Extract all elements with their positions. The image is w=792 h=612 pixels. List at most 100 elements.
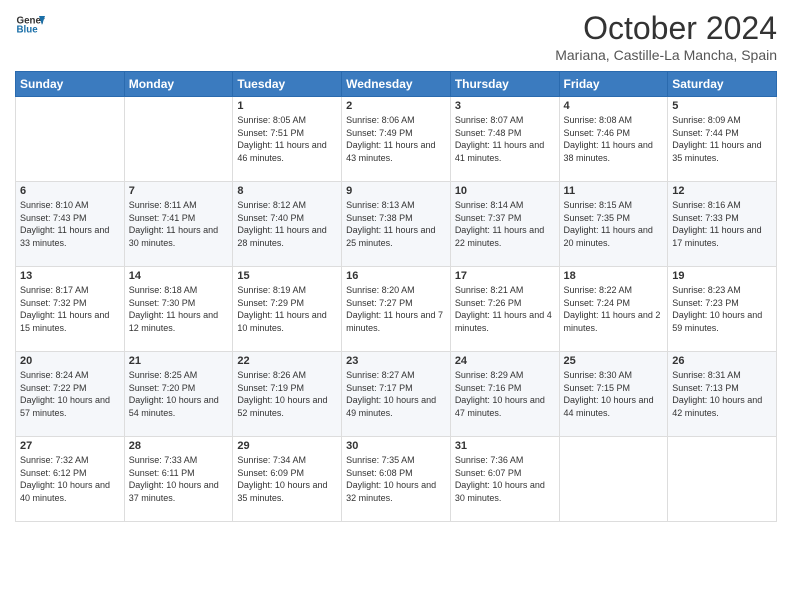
calendar-week-row: 27 Sunrise: 7:32 AM Sunset: 6:12 PM Dayli… bbox=[16, 437, 777, 522]
calendar-day-cell: 22Sunrise: 8:26 AM Sunset: 7:19 PM Dayli… bbox=[233, 352, 342, 437]
day-number: 3 bbox=[455, 100, 555, 112]
day-info: Sunrise: 8:07 AM Sunset: 7:48 PM Dayligh… bbox=[455, 114, 555, 164]
calendar-day-cell: 30Sunrise: 7:35 AM Sunset: 6:08 PM Dayli… bbox=[342, 437, 451, 522]
title-block: October 2024 Mariana, Castille-La Mancha… bbox=[555, 10, 777, 63]
day-info: Sunrise: 8:24 AM Sunset: 7:22 PM Dayligh… bbox=[20, 369, 120, 419]
calendar-day-cell: 20Sunrise: 8:24 AM Sunset: 7:22 PM Dayli… bbox=[16, 352, 125, 437]
calendar-day-cell: 26 Sunrise: 8:31 AM Sunset: 7:13 PM Dayli… bbox=[668, 352, 777, 437]
day-info: Sunrise: 8:27 AM Sunset: 7:17 PM Dayligh… bbox=[346, 369, 446, 419]
calendar-day-cell: 8 Sunrise: 8:12 AM Sunset: 7:40 PM Daylig… bbox=[233, 182, 342, 267]
day-info: Sunrise: 8:14 AM Sunset: 7:37 PM Dayligh… bbox=[455, 199, 555, 249]
day-number: 12 bbox=[672, 185, 772, 197]
day-info: Sunrise: 8:26 AM Sunset: 7:19 PM Dayligh… bbox=[237, 369, 337, 419]
day-info: Sunrise: 8:13 AM Sunset: 7:38 PM Dayligh… bbox=[346, 199, 446, 249]
calendar-day-cell: 31Sunrise: 7:36 AM Sunset: 6:07 PM Dayli… bbox=[450, 437, 559, 522]
day-number: 17 bbox=[455, 270, 555, 282]
calendar-day-header: Sunday bbox=[16, 72, 125, 97]
calendar-day-cell: 1Sunrise: 8:05 AM Sunset: 7:51 PM Daylig… bbox=[233, 97, 342, 182]
day-info: Sunrise: 8:19 AM Sunset: 7:29 PM Dayligh… bbox=[237, 284, 337, 334]
calendar-day-cell: 7Sunrise: 8:11 AM Sunset: 7:41 PM Daylig… bbox=[124, 182, 233, 267]
subtitle: Mariana, Castille-La Mancha, Spain bbox=[555, 47, 777, 63]
calendar-day-cell bbox=[559, 437, 668, 522]
day-number: 23 bbox=[346, 355, 446, 367]
calendar-day-cell: 24 Sunrise: 8:29 AM Sunset: 7:16 PM Dayli… bbox=[450, 352, 559, 437]
calendar-day-cell bbox=[16, 97, 125, 182]
calendar-day-cell: 29 Sunrise: 7:34 AM Sunset: 6:09 PM Dayli… bbox=[233, 437, 342, 522]
calendar-day-cell: 4 Sunrise: 8:08 AM Sunset: 7:46 PM Daylig… bbox=[559, 97, 668, 182]
calendar-day-cell: 23 Sunrise: 8:27 AM Sunset: 7:17 PM Dayli… bbox=[342, 352, 451, 437]
calendar-day-cell: 19 Sunrise: 8:23 AM Sunset: 7:23 PM Dayli… bbox=[668, 267, 777, 352]
day-info: Sunrise: 8:10 AM Sunset: 7:43 PM Dayligh… bbox=[20, 199, 120, 249]
day-number: 11 bbox=[564, 185, 664, 197]
day-info: Sunrise: 8:29 AM Sunset: 7:16 PM Dayligh… bbox=[455, 369, 555, 419]
day-number: 16 bbox=[346, 270, 446, 282]
day-info: Sunrise: 8:15 AM Sunset: 7:35 PM Dayligh… bbox=[564, 199, 664, 249]
day-number: 28 bbox=[129, 440, 229, 452]
calendar-header-row: SundayMondayTuesdayWednesdayThursdayFrid… bbox=[16, 72, 777, 97]
logo: General Blue bbox=[15, 10, 45, 40]
calendar-day-header: Wednesday bbox=[342, 72, 451, 97]
day-info: Sunrise: 8:09 AM Sunset: 7:44 PM Dayligh… bbox=[672, 114, 772, 164]
day-number: 25 bbox=[564, 355, 664, 367]
day-number: 31 bbox=[455, 440, 555, 452]
day-number: 9 bbox=[346, 185, 446, 197]
calendar-week-row: 13 Sunrise: 8:17 AM Sunset: 7:32 PM Dayli… bbox=[16, 267, 777, 352]
calendar-day-cell: 5 Sunrise: 8:09 AM Sunset: 7:44 PM Daylig… bbox=[668, 97, 777, 182]
day-number: 21 bbox=[129, 355, 229, 367]
calendar-day-cell: 18Sunrise: 8:22 AM Sunset: 7:24 PM Dayli… bbox=[559, 267, 668, 352]
calendar-day-cell: 2Sunrise: 8:06 AM Sunset: 7:49 PM Daylig… bbox=[342, 97, 451, 182]
calendar-day-cell: 21Sunrise: 8:25 AM Sunset: 7:20 PM Dayli… bbox=[124, 352, 233, 437]
day-number: 5 bbox=[672, 100, 772, 112]
calendar-day-cell: 14 Sunrise: 8:18 AM Sunset: 7:30 PM Dayli… bbox=[124, 267, 233, 352]
day-number: 27 bbox=[20, 440, 120, 452]
calendar-day-header: Friday bbox=[559, 72, 668, 97]
day-info: Sunrise: 8:23 AM Sunset: 7:23 PM Dayligh… bbox=[672, 284, 772, 334]
calendar-day-cell: 27 Sunrise: 7:32 AM Sunset: 6:12 PM Dayli… bbox=[16, 437, 125, 522]
day-number: 4 bbox=[564, 100, 664, 112]
day-number: 15 bbox=[237, 270, 337, 282]
day-number: 13 bbox=[20, 270, 120, 282]
calendar-day-cell: 10 Sunrise: 8:14 AM Sunset: 7:37 PM Dayli… bbox=[450, 182, 559, 267]
day-number: 29 bbox=[237, 440, 337, 452]
day-info: Sunrise: 8:06 AM Sunset: 7:49 PM Dayligh… bbox=[346, 114, 446, 164]
day-info: Sunrise: 8:16 AM Sunset: 7:33 PM Dayligh… bbox=[672, 199, 772, 249]
day-info: Sunrise: 8:22 AM Sunset: 7:24 PM Dayligh… bbox=[564, 284, 664, 334]
day-number: 19 bbox=[672, 270, 772, 282]
calendar-week-row: 6 Sunrise: 8:10 AM Sunset: 7:43 PM Daylig… bbox=[16, 182, 777, 267]
calendar-day-header: Tuesday bbox=[233, 72, 342, 97]
day-number: 8 bbox=[237, 185, 337, 197]
calendar-day-cell: 25Sunrise: 8:30 AM Sunset: 7:15 PM Dayli… bbox=[559, 352, 668, 437]
calendar-day-header: Saturday bbox=[668, 72, 777, 97]
calendar-day-cell: 28 Sunrise: 7:33 AM Sunset: 6:11 PM Dayli… bbox=[124, 437, 233, 522]
day-number: 24 bbox=[455, 355, 555, 367]
day-info: Sunrise: 8:12 AM Sunset: 7:40 PM Dayligh… bbox=[237, 199, 337, 249]
day-info: Sunrise: 8:05 AM Sunset: 7:51 PM Dayligh… bbox=[237, 114, 337, 164]
logo-icon: General Blue bbox=[15, 10, 45, 40]
calendar-week-row: 1Sunrise: 8:05 AM Sunset: 7:51 PM Daylig… bbox=[16, 97, 777, 182]
calendar-day-cell: 13 Sunrise: 8:17 AM Sunset: 7:32 PM Dayli… bbox=[16, 267, 125, 352]
calendar-day-cell: 6 Sunrise: 8:10 AM Sunset: 7:43 PM Daylig… bbox=[16, 182, 125, 267]
day-info: Sunrise: 8:17 AM Sunset: 7:32 PM Dayligh… bbox=[20, 284, 120, 334]
day-number: 14 bbox=[129, 270, 229, 282]
calendar-day-cell: 3 Sunrise: 8:07 AM Sunset: 7:48 PM Daylig… bbox=[450, 97, 559, 182]
calendar-day-header: Thursday bbox=[450, 72, 559, 97]
calendar-day-cell: 15 Sunrise: 8:19 AM Sunset: 7:29 PM Dayli… bbox=[233, 267, 342, 352]
day-number: 6 bbox=[20, 185, 120, 197]
day-info: Sunrise: 7:33 AM Sunset: 6:11 PM Dayligh… bbox=[129, 454, 229, 504]
day-info: Sunrise: 8:08 AM Sunset: 7:46 PM Dayligh… bbox=[564, 114, 664, 164]
svg-text:Blue: Blue bbox=[17, 25, 39, 36]
day-info: Sunrise: 7:32 AM Sunset: 6:12 PM Dayligh… bbox=[20, 454, 120, 504]
calendar-table: SundayMondayTuesdayWednesdayThursdayFrid… bbox=[15, 71, 777, 522]
day-info: Sunrise: 8:18 AM Sunset: 7:30 PM Dayligh… bbox=[129, 284, 229, 334]
day-number: 30 bbox=[346, 440, 446, 452]
page-header: General Blue October 2024 Mariana, Casti… bbox=[15, 10, 777, 63]
day-info: Sunrise: 7:34 AM Sunset: 6:09 PM Dayligh… bbox=[237, 454, 337, 504]
main-title: October 2024 bbox=[555, 10, 777, 47]
calendar-day-cell: 17 Sunrise: 8:21 AM Sunset: 7:26 PM Dayli… bbox=[450, 267, 559, 352]
calendar-week-row: 20Sunrise: 8:24 AM Sunset: 7:22 PM Dayli… bbox=[16, 352, 777, 437]
day-number: 26 bbox=[672, 355, 772, 367]
day-info: Sunrise: 8:31 AM Sunset: 7:13 PM Dayligh… bbox=[672, 369, 772, 419]
calendar-day-cell: 16Sunrise: 8:20 AM Sunset: 7:27 PM Dayli… bbox=[342, 267, 451, 352]
day-info: Sunrise: 8:21 AM Sunset: 7:26 PM Dayligh… bbox=[455, 284, 555, 334]
day-number: 10 bbox=[455, 185, 555, 197]
